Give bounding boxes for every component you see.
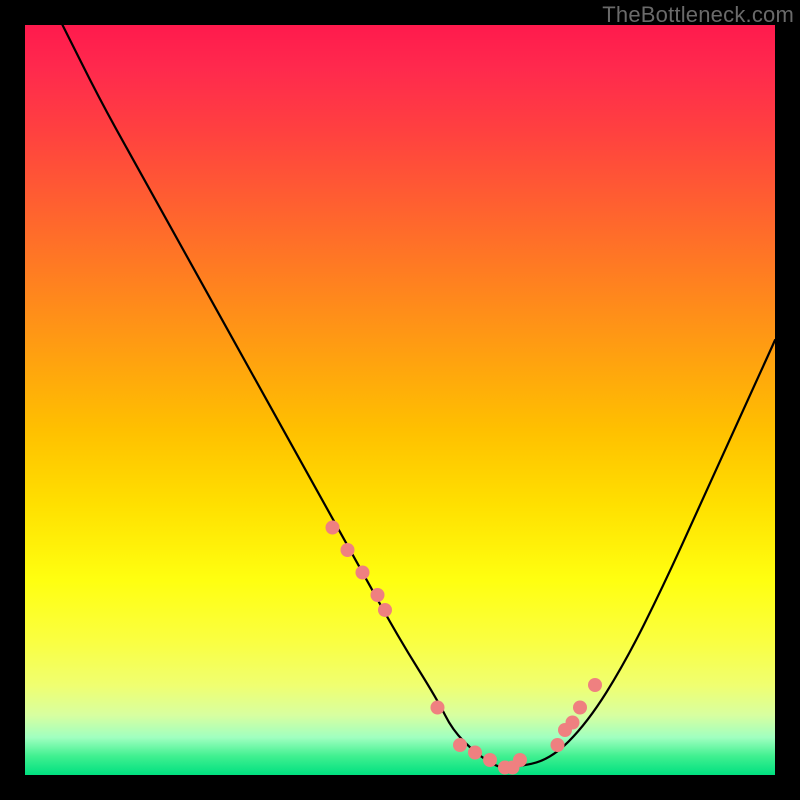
marker-dot xyxy=(453,738,467,752)
chart-svg xyxy=(25,25,775,775)
marker-dot xyxy=(483,753,497,767)
marker-dot xyxy=(326,521,340,535)
marker-dot xyxy=(371,588,385,602)
plot-area xyxy=(25,25,775,775)
marker-dot xyxy=(341,543,355,557)
chart-frame: TheBottleneck.com xyxy=(0,0,800,800)
marker-dot xyxy=(551,738,565,752)
marker-group xyxy=(326,521,603,775)
curve-line xyxy=(63,25,776,768)
marker-dot xyxy=(588,678,602,692)
marker-dot xyxy=(513,753,527,767)
marker-dot xyxy=(468,746,482,760)
marker-dot xyxy=(431,701,445,715)
marker-dot xyxy=(378,603,392,617)
marker-dot xyxy=(573,701,587,715)
marker-dot xyxy=(566,716,580,730)
marker-dot xyxy=(356,566,370,580)
